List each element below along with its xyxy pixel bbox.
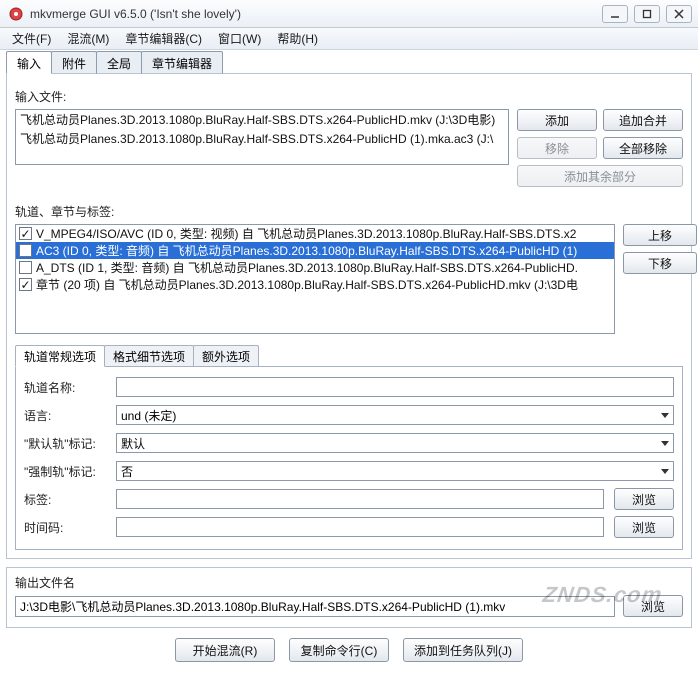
track-name-input[interactable] — [116, 377, 674, 397]
language-select[interactable]: und (未定) — [116, 405, 674, 425]
window-controls — [602, 5, 698, 23]
window-title: mkvmerge GUI v6.5.0 ('Isn't she lovely') — [30, 7, 241, 21]
output-browse-button[interactable]: 浏览 — [623, 595, 683, 617]
menu-mux[interactable]: 混流(M) — [59, 28, 117, 49]
tags-input[interactable] — [116, 489, 604, 509]
track-item[interactable]: ✓ V_MPEG4/ISO/AVC (ID 0, 类型: 视频) 自 飞机总动员… — [16, 225, 614, 242]
input-file-item[interactable]: 飞机总动员Planes.3D.2013.1080p.BluRay.Half-SB… — [16, 110, 508, 129]
tab-input[interactable]: 输入 — [6, 51, 52, 74]
input-panel: 输入文件: 飞机总动员Planes.3D.2013.1080p.BluRay.H… — [6, 73, 692, 559]
track-checkbox[interactable]: ✓ — [19, 227, 32, 240]
default-flag-select[interactable]: 默认 — [116, 433, 674, 453]
input-files-label: 输入文件: — [15, 88, 683, 105]
track-name-label: 轨道名称: — [24, 379, 106, 396]
start-mux-button[interactable]: 开始混流(R) — [175, 638, 275, 662]
language-label: 语言: — [24, 407, 106, 424]
input-file-item[interactable]: 飞机总动员Planes.3D.2013.1080p.BluRay.Half-SB… — [16, 129, 508, 148]
tab-chapter-editor[interactable]: 章节编辑器 — [141, 51, 223, 74]
add-button[interactable]: 添加 — [517, 109, 597, 131]
tags-label: 标签: — [24, 491, 106, 508]
track-checkbox[interactable]: ✓ — [19, 244, 32, 257]
close-button[interactable] — [666, 5, 692, 23]
copy-cmd-button[interactable]: 复制命令行(C) — [289, 638, 389, 662]
menu-file[interactable]: 文件(F) — [4, 28, 59, 49]
track-tab-extra[interactable]: 额外选项 — [193, 345, 259, 367]
output-section: 输出文件名 J:\3D电影\飞机总动员Planes.3D.2013.1080p.… — [6, 567, 692, 628]
tab-global[interactable]: 全局 — [96, 51, 142, 74]
menu-window[interactable]: 窗口(W) — [210, 28, 269, 49]
main-tabs: 输入 附件 全局 章节编辑器 — [6, 50, 692, 73]
forced-flag-label: "强制轨"标记: — [24, 463, 106, 480]
minimize-button[interactable] — [602, 5, 628, 23]
menu-help[interactable]: 帮助(H) — [269, 28, 326, 49]
track-general-panel: 轨道名称: 语言: und (未定) "默认轨"标记: 默认 "强制轨"标记: … — [15, 366, 683, 550]
app-icon — [8, 6, 24, 22]
timecodes-browse-button[interactable]: 浏览 — [614, 516, 674, 538]
tracks-label: 轨道、章节与标签: — [15, 203, 683, 220]
remove-button[interactable]: 移除 — [517, 137, 597, 159]
track-tab-format[interactable]: 格式细节选项 — [104, 345, 194, 367]
timecodes-label: 时间码: — [24, 519, 106, 536]
forced-flag-select[interactable]: 否 — [116, 461, 674, 481]
output-path-input[interactable]: J:\3D电影\飞机总动员Planes.3D.2013.1080p.BluRay… — [15, 596, 615, 617]
track-item[interactable]: A_DTS (ID 1, 类型: 音频) 自 飞机总动员Planes.3D.20… — [16, 259, 614, 276]
track-item[interactable]: ✓ AC3 (ID 0, 类型: 音频) 自 飞机总动员Planes.3D.20… — [16, 242, 614, 259]
content-area: 输入 附件 全局 章节编辑器 输入文件: 飞机总动员Planes.3D.2013… — [6, 50, 692, 668]
track-checkbox[interactable]: ✓ — [19, 278, 32, 291]
bottom-bar: 开始混流(R) 复制命令行(C) 添加到任务队列(J) — [6, 638, 692, 668]
timecodes-input[interactable] — [116, 517, 604, 537]
title-bar: mkvmerge GUI v6.5.0 ('Isn't she lovely') — [0, 0, 698, 28]
track-tab-general[interactable]: 轨道常规选项 — [15, 345, 105, 367]
add-to-queue-button[interactable]: 添加到任务队列(J) — [403, 638, 523, 662]
input-files-list[interactable]: 飞机总动员Planes.3D.2013.1080p.BluRay.Half-SB… — [15, 109, 509, 165]
add-others-button[interactable]: 添加其余部分 — [517, 165, 683, 187]
track-text: AC3 (ID 0, 类型: 音频) 自 飞机总动员Planes.3D.2013… — [36, 242, 577, 259]
remove-all-button[interactable]: 全部移除 — [603, 137, 683, 159]
track-text: A_DTS (ID 1, 类型: 音频) 自 飞机总动员Planes.3D.20… — [36, 259, 578, 276]
maximize-button[interactable] — [634, 5, 660, 23]
menu-bar: 文件(F) 混流(M) 章节编辑器(C) 窗口(W) 帮助(H) — [0, 28, 698, 50]
track-text: 章节 (20 项) 自 飞机总动员Planes.3D.2013.1080p.Bl… — [36, 276, 578, 293]
track-options: 轨道常规选项 格式细节选项 额外选项 轨道名称: 语言: und (未定) "默… — [15, 344, 683, 550]
tracks-list[interactable]: ✓ V_MPEG4/ISO/AVC (ID 0, 类型: 视频) 自 飞机总动员… — [15, 224, 615, 334]
move-down-button[interactable]: 下移 — [623, 252, 697, 274]
tags-browse-button[interactable]: 浏览 — [614, 488, 674, 510]
append-merge-button[interactable]: 追加合并 — [603, 109, 683, 131]
default-flag-label: "默认轨"标记: — [24, 435, 106, 452]
track-checkbox[interactable] — [19, 261, 32, 274]
tab-attachments[interactable]: 附件 — [51, 51, 97, 74]
track-item[interactable]: ✓ 章节 (20 项) 自 飞机总动员Planes.3D.2013.1080p.… — [16, 276, 614, 293]
track-text: V_MPEG4/ISO/AVC (ID 0, 类型: 视频) 自 飞机总动员Pl… — [36, 225, 576, 242]
menu-chapter-editor[interactable]: 章节编辑器(C) — [117, 28, 210, 49]
move-up-button[interactable]: 上移 — [623, 224, 697, 246]
output-label: 输出文件名 — [15, 574, 683, 591]
